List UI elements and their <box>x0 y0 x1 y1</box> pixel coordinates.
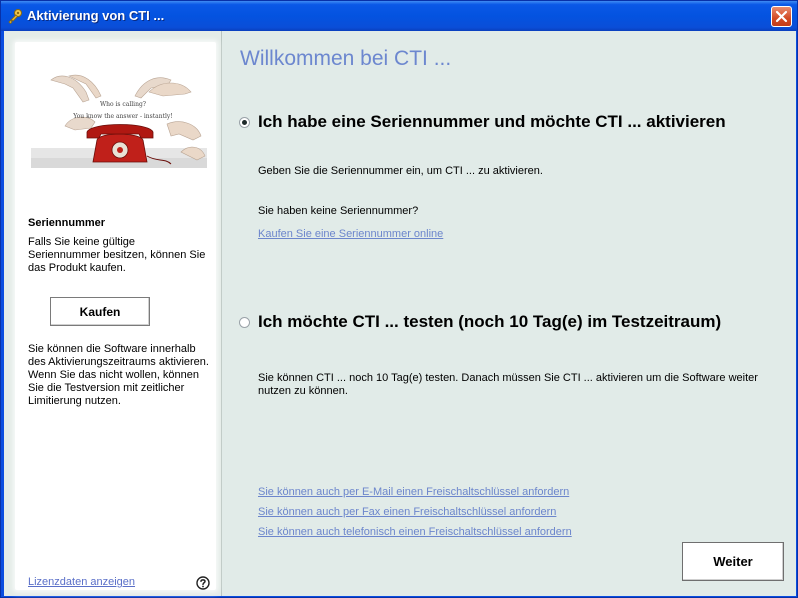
request-key-email-link[interactable]: Sie können auch per E-Mail einen Freisch… <box>258 486 569 498</box>
next-button[interactable]: Weiter <box>682 542 784 581</box>
enter-serial-text: Geben Sie die Seriennummer ein, um CTI .… <box>258 165 543 177</box>
window-title: Aktivierung von CTI ... <box>27 8 165 23</box>
radio-selected-dot <box>242 120 247 125</box>
image-caption-1: Who is calling? <box>100 101 146 108</box>
client-area: Who is calling? You know the answer - in… <box>4 31 796 596</box>
request-key-fax-link[interactable]: Sie können auch per Fax einen Freischalt… <box>258 506 556 518</box>
close-button[interactable] <box>771 6 792 27</box>
request-key-phone-link[interactable]: Sie können auch telefonisch einen Freisc… <box>258 526 572 538</box>
close-icon <box>775 10 788 23</box>
buy-button[interactable]: Kaufen <box>50 297 150 326</box>
activation-window: Aktivierung von CTI ... Who is calling? … <box>0 0 798 598</box>
welcome-heading: Willkommen bei CTI ... <box>240 47 452 70</box>
key-icon <box>8 9 22 24</box>
activate-radio[interactable] <box>239 117 250 128</box>
main-panel: Willkommen bei CTI ... Ich habe eine Ser… <box>222 31 796 596</box>
activation-info-text: Sie können die Software innerhalb des Ak… <box>28 343 209 407</box>
sidebar: Who is calling? You know the answer - in… <box>4 31 222 596</box>
license-data-link[interactable]: Lizenzdaten anzeigen <box>28 576 135 588</box>
title-bar[interactable]: Aktivierung von CTI ... <box>1 1 797 31</box>
sidebar-panel: Who is calling? You know the answer - in… <box>15 42 216 590</box>
activate-option-label[interactable]: Ich habe eine Seriennummer und möchte CT… <box>258 112 726 132</box>
serial-heading: Seriennummer <box>28 217 106 229</box>
no-serial-text: Sie haben keine Seriennummer? <box>258 205 419 217</box>
trial-radio[interactable] <box>239 317 250 328</box>
serial-info-text: Falls Sie keine gültige Seriennummer bes… <box>28 236 206 274</box>
phone-hands-illustration: Who is calling? You know the answer - in… <box>31 66 207 168</box>
help-icon[interactable] <box>196 576 210 590</box>
image-caption-2: You know the answer - instantly! <box>72 113 172 120</box>
buy-serial-online-link[interactable]: Kaufen Sie eine Seriennummer online <box>258 228 443 240</box>
trial-option-label[interactable]: Ich möchte CTI ... testen (noch 10 Tag(e… <box>258 312 721 332</box>
trial-info-text: Sie können CTI ... noch 10 Tag(e) testen… <box>258 372 758 397</box>
